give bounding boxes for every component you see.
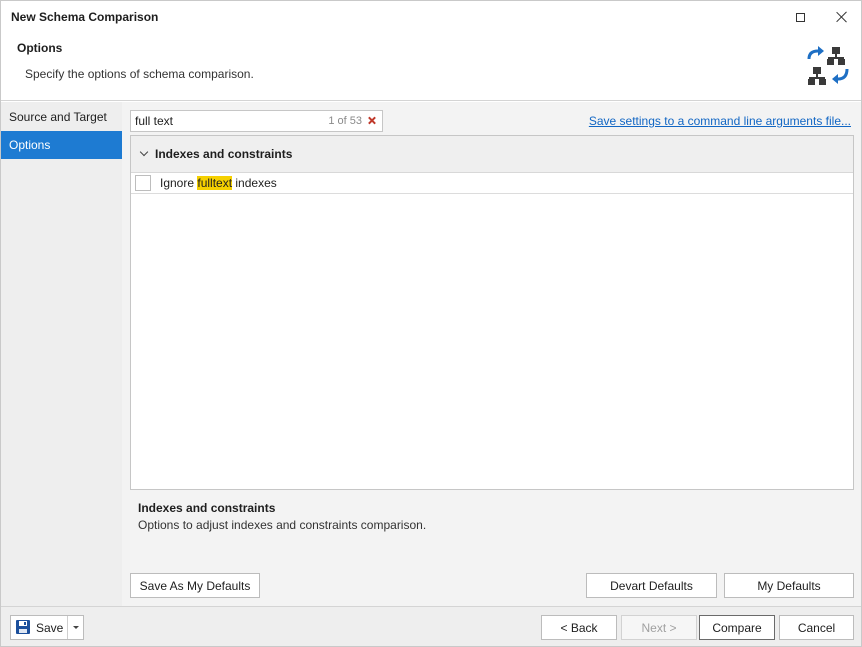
dialog-footer: Save < Back Next > Compare Cancel xyxy=(1,606,861,646)
sidebar-item-label: Options xyxy=(9,138,51,152)
compare-button[interactable]: Compare xyxy=(699,615,775,640)
sidebar-item-source-and-target[interactable]: Source and Target xyxy=(1,103,122,131)
option-group-label: Indexes and constraints xyxy=(155,147,293,161)
title-bar: New Schema Comparison xyxy=(1,1,861,33)
search-input[interactable] xyxy=(135,113,315,129)
search-match-count: 1 of 53 xyxy=(328,115,362,127)
search-highlight: fulltext xyxy=(197,176,233,190)
option-label-prefix: Ignore xyxy=(160,176,198,190)
save-split-button: Save xyxy=(10,615,84,640)
devart-defaults-button[interactable]: Devart Defaults xyxy=(586,573,717,598)
close-button[interactable] xyxy=(825,5,859,29)
maximize-button[interactable] xyxy=(783,5,817,29)
ignore-fulltext-indexes-checkbox[interactable] xyxy=(135,175,151,191)
page-header: Options Specify the options of schema co… xyxy=(1,33,861,101)
save-button-label: Save xyxy=(36,621,64,635)
maximize-icon xyxy=(795,12,805,22)
page-description: Specify the options of schema comparison… xyxy=(25,67,254,81)
save-dropdown-button[interactable] xyxy=(67,616,83,639)
options-search-box: 1 of 53 xyxy=(130,110,383,132)
chevron-down-icon xyxy=(139,147,149,157)
new-schema-comparison-dialog: New Schema Comparison Options Specify th… xyxy=(0,0,862,647)
next-button[interactable]: Next > xyxy=(621,615,697,640)
option-description-text: Options to adjust indexes and constraint… xyxy=(138,518,427,532)
back-button[interactable]: < Back xyxy=(541,615,617,640)
option-label-suffix: indexes xyxy=(232,176,277,190)
wizard-sidebar: Source and Target Options xyxy=(1,102,122,606)
my-defaults-button[interactable]: My Defaults xyxy=(724,573,854,598)
page-title: Options xyxy=(17,41,63,55)
clear-icon[interactable] xyxy=(366,114,378,128)
sidebar-item-options[interactable]: Options xyxy=(1,131,122,159)
save-as-my-defaults-button[interactable]: Save As My Defaults xyxy=(130,573,260,598)
option-label: Ignore fulltext indexes xyxy=(160,176,277,190)
save-settings-link[interactable]: Save settings to a command line argument… xyxy=(589,114,851,128)
option-group-indexes-and-constraints[interactable]: Indexes and constraints xyxy=(131,136,853,173)
options-list: Indexes and constraints Ignore fulltext … xyxy=(130,135,854,490)
cancel-button[interactable]: Cancel xyxy=(779,615,854,640)
option-row-ignore-fulltext-indexes: Ignore fulltext indexes xyxy=(131,173,853,194)
floppy-disk-icon xyxy=(16,620,30,634)
window-title: New Schema Comparison xyxy=(11,10,159,24)
option-description-title: Indexes and constraints xyxy=(138,501,276,515)
save-button[interactable]: Save xyxy=(11,616,67,639)
options-content: 1 of 53 Save settings to a command line … xyxy=(122,102,861,606)
sidebar-item-label: Source and Target xyxy=(9,110,107,124)
schema-compare-icon xyxy=(807,46,849,85)
close-icon xyxy=(836,11,848,23)
